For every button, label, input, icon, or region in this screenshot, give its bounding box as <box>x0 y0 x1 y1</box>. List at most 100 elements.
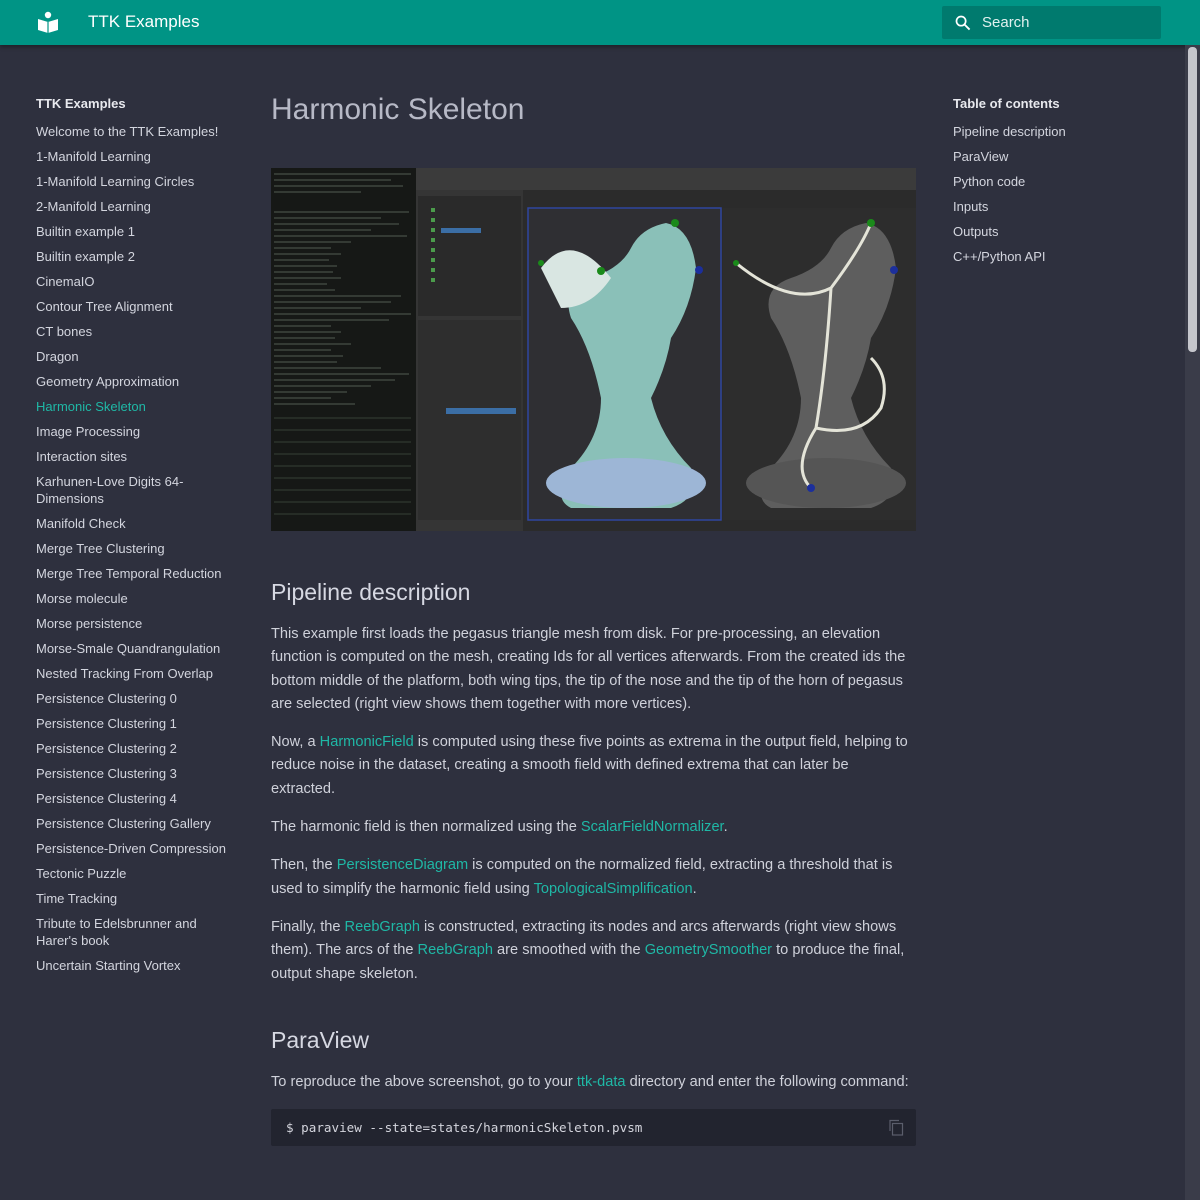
nav-item-persistence-clustering-gallery[interactable]: Persistence Clustering Gallery <box>36 811 236 836</box>
nav-list-item: Persistence Clustering 3 <box>36 761 236 786</box>
nav-list-item: 1-Manifold Learning <box>36 144 236 169</box>
nav-list-item: Tectonic Puzzle <box>36 861 236 886</box>
nav-item-interaction-sites[interactable]: Interaction sites <box>36 444 236 469</box>
heading-paraview: ParaView <box>271 1026 370 1053</box>
text-fragment: directory and enter the following comman… <box>625 1073 909 1090</box>
nav-item-2-manifold-learning[interactable]: 2-Manifold Learning <box>36 194 236 219</box>
nav-item-ct-bones[interactable]: CT bones <box>36 319 236 344</box>
toc-item-outputs[interactable]: Outputs <box>953 219 1153 244</box>
nav-list-item: Persistence-Driven Compression <box>36 836 236 861</box>
toc-list-item: Pipeline description <box>953 119 1153 144</box>
code-block: $ paraview --state=states/harmonicSkelet… <box>271 1109 916 1147</box>
top-header: TTK Examples <box>0 0 1200 45</box>
paragraph-paraview-instructions: To reproduce the above screenshot, go to… <box>271 1071 916 1094</box>
page-title: Harmonic Skeleton <box>271 93 525 126</box>
nav-item-morse-persistence[interactable]: Morse persistence <box>36 611 236 636</box>
nav-list-item: CT bones <box>36 319 236 344</box>
nav-list-item: Uncertain Starting Vortex <box>36 953 236 978</box>
nav-list-item: Merge Tree Clustering <box>36 536 236 561</box>
search-input[interactable] <box>982 6 1152 39</box>
nav-list-item: Harmonic Skeleton <box>36 394 236 419</box>
nav-item-merge-tree-clustering[interactable]: Merge Tree Clustering <box>36 536 236 561</box>
toc-title: Table of contents <box>953 96 1060 111</box>
nav-list-item: Nested Tracking From Overlap <box>36 661 236 686</box>
persistencediagram-link[interactable]: PersistenceDiagram <box>337 857 468 873</box>
nav-list-item: Persistence Clustering 0 <box>36 686 236 711</box>
scalarfieldnormalizer-link[interactable]: ScalarFieldNormalizer <box>581 819 724 835</box>
nav-item-tectonic-puzzle[interactable]: Tectonic Puzzle <box>36 861 236 886</box>
nav-item-persistence-clustering-1[interactable]: Persistence Clustering 1 <box>36 711 236 736</box>
nav-list-item: Karhunen-Love Digits 64-Dimensions <box>36 469 236 511</box>
nav-list-item: 1-Manifold Learning Circles <box>36 169 236 194</box>
nav-list-item: Morse-Smale Quandrangulation <box>36 636 236 661</box>
ttk-data-link[interactable]: ttk-data <box>577 1074 626 1090</box>
nav-item-persistence-clustering-0[interactable]: Persistence Clustering 0 <box>36 686 236 711</box>
nav-item-builtin-example-1[interactable]: Builtin example 1 <box>36 219 236 244</box>
nav-list-item: Morse molecule <box>36 586 236 611</box>
nav-item-tribute-to-edelsbrunner-and-harer-s-book[interactable]: Tribute to Edelsbrunner and Harer's book <box>36 911 236 953</box>
nav-list-item: Persistence Clustering 1 <box>36 711 236 736</box>
nav-list-item: Persistence Clustering 2 <box>36 736 236 761</box>
site-title[interactable]: TTK Examples <box>88 12 199 32</box>
copy-icon[interactable] <box>888 1119 904 1136</box>
reebgraph-link-2[interactable]: ReebGraph <box>418 942 493 958</box>
book-logo-icon[interactable] <box>36 10 60 34</box>
code-command: $ paraview --state=states/harmonicSkelet… <box>286 1120 643 1136</box>
paragraph-harmonic-field: Now, a HarmonicField is computed using t… <box>271 731 916 801</box>
text-fragment: Then, the <box>271 857 337 874</box>
text-fragment: To reproduce the above screenshot, go to… <box>271 1073 577 1090</box>
toc-item-inputs[interactable]: Inputs <box>953 194 1153 219</box>
nav-item-geometry-approximation[interactable]: Geometry Approximation <box>36 369 236 394</box>
toc-item-paraview[interactable]: ParaView <box>953 144 1153 169</box>
nav-list-item: Persistence Clustering Gallery <box>36 811 236 836</box>
reebgraph-link[interactable]: ReebGraph <box>345 919 420 935</box>
nav-item-image-processing[interactable]: Image Processing <box>36 419 236 444</box>
geometrysmoother-link[interactable]: GeometrySmoother <box>645 942 772 958</box>
search-icon <box>955 15 971 31</box>
nav-list-item: Manifold Check <box>36 511 236 536</box>
toc-list: Pipeline description ParaView Python code I… <box>953 119 1153 269</box>
nav-item-nested-tracking-from-overlap[interactable]: Nested Tracking From Overlap <box>36 661 236 686</box>
nav-list: Welcome to the TTK Examples! 1-Manifold L… <box>36 119 236 978</box>
toc-item-c-python-api[interactable]: C++/Python API <box>953 244 1153 269</box>
paragraph-reebgraph: Finally, the ReebGraph is constructed, e… <box>271 916 916 986</box>
toc-list-item: Outputs <box>953 219 1153 244</box>
nav-list-item: Builtin example 1 <box>36 219 236 244</box>
nav-item-builtin-example-2[interactable]: Builtin example 2 <box>36 244 236 269</box>
heading-pipeline-description: Pipeline description <box>271 579 471 605</box>
nav-title: TTK Examples <box>36 96 126 111</box>
nav-item-morse-smale-quandrangulation[interactable]: Morse-Smale Quandrangulation <box>36 636 236 661</box>
nav-item-persistence-clustering-4[interactable]: Persistence Clustering 4 <box>36 786 236 811</box>
nav-item-merge-tree-temporal-reduction[interactable]: Merge Tree Temporal Reduction <box>36 561 236 586</box>
nav-list-item: Geometry Approximation <box>36 369 236 394</box>
left-navigation: TTK Examples Welcome to the TTK Examples… <box>36 94 236 978</box>
text-fragment: are smoothed with the <box>493 942 645 959</box>
nav-item-contour-tree-alignment[interactable]: Contour Tree Alignment <box>36 294 236 319</box>
harmonicfield-link[interactable]: HarmonicField <box>320 734 414 750</box>
nav-item-time-tracking[interactable]: Time Tracking <box>36 886 236 911</box>
page-scrollbar[interactable] <box>1185 45 1200 1200</box>
nav-list-item: Interaction sites <box>36 444 236 469</box>
paragraph-pipeline-intro: This example first loads the pegasus tri… <box>271 626 906 712</box>
nav-item-welcome-to-the-ttk-examples[interactable]: Welcome to the TTK Examples! <box>36 119 236 144</box>
toc-list-item: C++/Python API <box>953 244 1153 269</box>
toc-item-pipeline-description[interactable]: Pipeline description <box>953 119 1153 144</box>
nav-item-harmonic-skeleton[interactable]: Harmonic Skeleton <box>36 394 236 419</box>
toc-item-python-code[interactable]: Python code <box>953 169 1153 194</box>
nav-item-persistence-driven-compression[interactable]: Persistence-Driven Compression <box>36 836 236 861</box>
nav-item-uncertain-starting-vortex[interactable]: Uncertain Starting Vortex <box>36 953 236 978</box>
nav-item-persistence-clustering-3[interactable]: Persistence Clustering 3 <box>36 761 236 786</box>
nav-item-1-manifold-learning-circles[interactable]: 1-Manifold Learning Circles <box>36 169 236 194</box>
nav-item-dragon[interactable]: Dragon <box>36 344 236 369</box>
nav-item-karhunen-love-digits-64-dimensions[interactable]: Karhunen-Love Digits 64-Dimensions <box>36 469 236 511</box>
topologicalsimplification-link[interactable]: TopologicalSimplification <box>534 881 693 897</box>
nav-item-manifold-check[interactable]: Manifold Check <box>36 511 236 536</box>
text-fragment: The harmonic field is then normalized us… <box>271 819 581 836</box>
nav-item-persistence-clustering-2[interactable]: Persistence Clustering 2 <box>36 736 236 761</box>
nav-item-1-manifold-learning[interactable]: 1-Manifold Learning <box>36 144 236 169</box>
table-of-contents: Table of contents Pipeline description Pa… <box>953 94 1153 269</box>
nav-item-morse-molecule[interactable]: Morse molecule <box>36 586 236 611</box>
nav-item-cinemaio[interactable]: CinemaIO <box>36 269 236 294</box>
search-box[interactable] <box>942 6 1161 39</box>
scrollbar-thumb[interactable] <box>1188 47 1197 352</box>
